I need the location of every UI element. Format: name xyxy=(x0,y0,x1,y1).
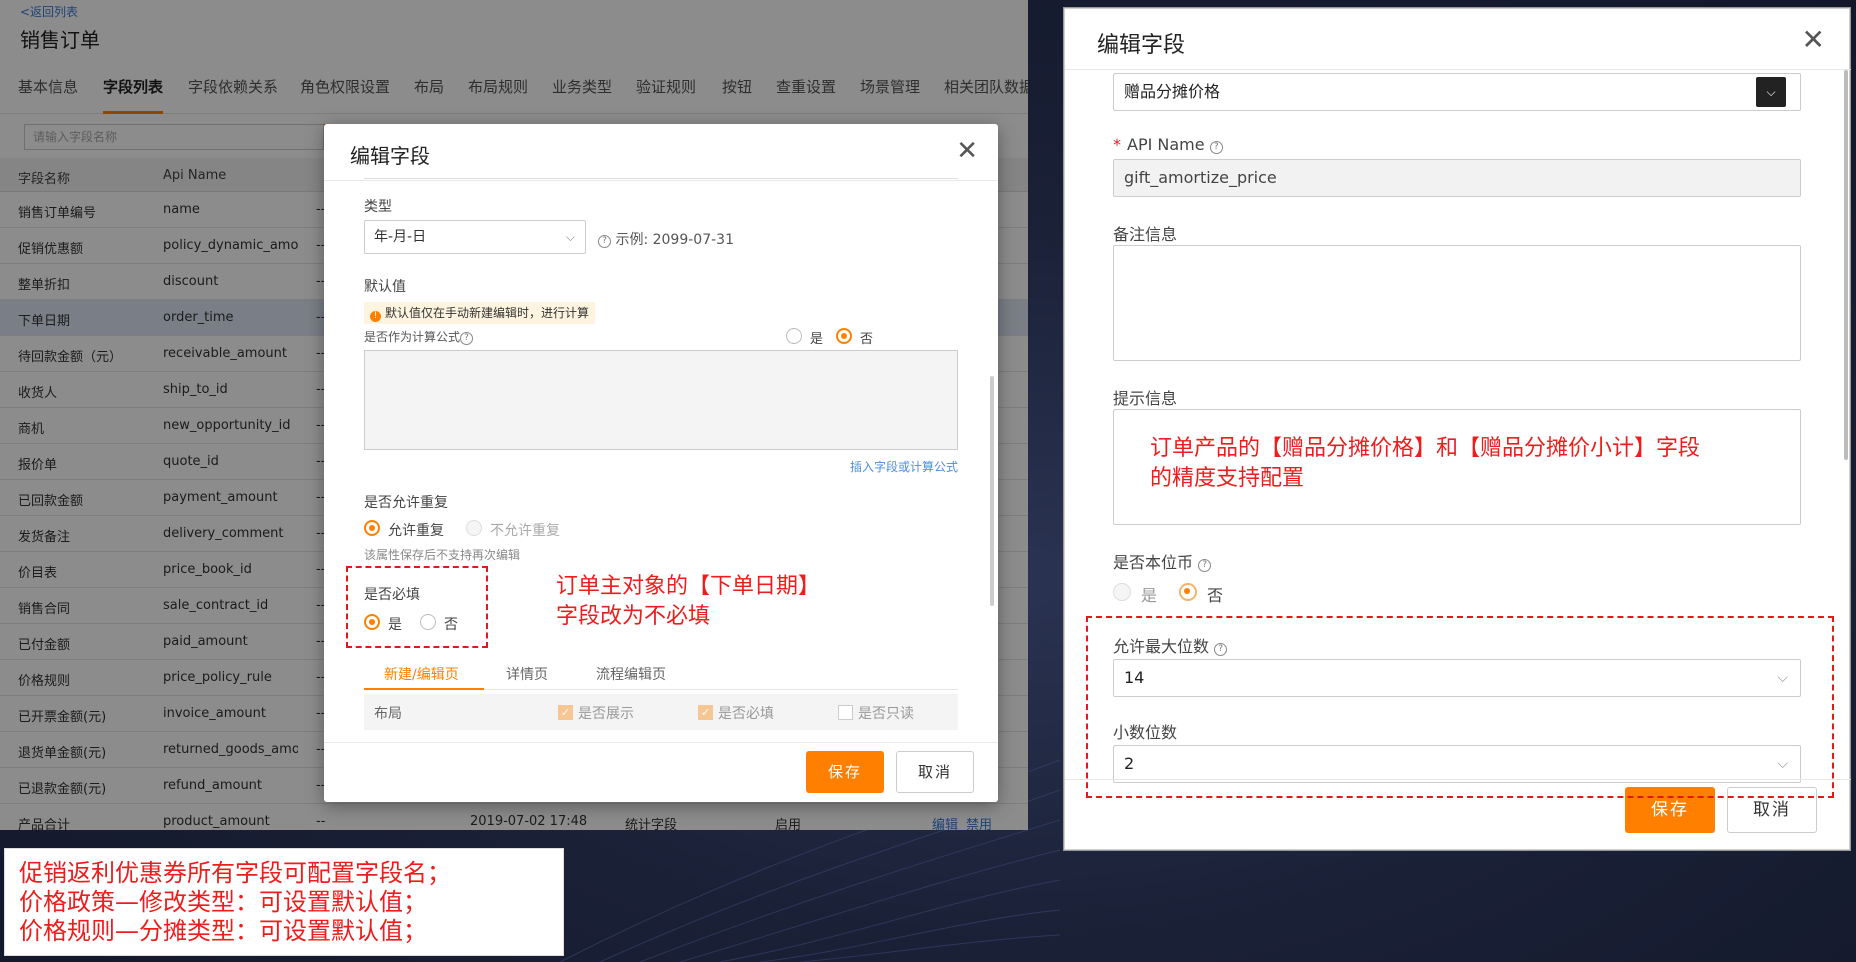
duplicate-hint: 该属性保存后不支持再次编辑 xyxy=(364,548,521,562)
tab-related-team-data[interactable]: 相关团队数据 xyxy=(944,70,1028,114)
help-icon: ? xyxy=(598,235,611,248)
local-currency-no-label: 否 xyxy=(1207,586,1224,605)
tab-layout[interactable]: 布局 xyxy=(414,70,444,114)
object-tabs: 基本信息 字段列表 字段依赖关系 角色权限设置 布局 布局规则 业务类型 验证规… xyxy=(0,70,1028,114)
remark-textarea[interactable] xyxy=(1113,245,1801,361)
required-checkbox[interactable]: ✓ xyxy=(698,705,713,720)
allow-duplicate-radio[interactable] xyxy=(364,520,380,536)
tab-dedupe-settings[interactable]: 查重设置 xyxy=(776,70,836,114)
field-name-value: 赠品分摊价格 xyxy=(1124,82,1221,101)
disallow-duplicate-option: 不允许重复 xyxy=(490,523,560,539)
dialog-scrollbar[interactable] xyxy=(990,376,994,606)
subtab-create-edit[interactable]: 新建/编辑页 xyxy=(384,664,459,684)
save-button[interactable]: 保存 xyxy=(806,751,884,793)
field-name-input[interactable]: 赠品分摊价格 ⌵ xyxy=(1113,73,1801,111)
tab-validation-rules[interactable]: 验证规则 xyxy=(636,70,696,114)
disallow-duplicate-radio[interactable] xyxy=(466,520,482,536)
disable-link[interactable]: 禁用 xyxy=(966,814,992,830)
left-annotation: 订单主对象的【下单日期】 字段改为不必填 xyxy=(556,574,821,629)
right-annotation: 订单产品的【赠品分摊价格】和【赠品分摊价小计】字段 的精度支持配置 xyxy=(1150,436,1701,491)
dialog-footer-divider xyxy=(324,742,998,743)
back-to-list-link[interactable]: <返回列表 xyxy=(20,3,78,20)
tab-scene-management[interactable]: 场景管理 xyxy=(860,70,920,114)
tab-buttons[interactable]: 按钮 xyxy=(722,70,752,114)
formula-yes-radio[interactable] xyxy=(786,328,802,344)
layout-settings-row: 布局 ✓ 是否展示 ✓ 是否必填 是否只读 xyxy=(364,694,958,730)
table-row[interactable]: 产品合计 product_amount -- 2019-07-02 17:48 统计字段… xyxy=(0,804,1028,830)
dialog-header-divider xyxy=(324,180,998,181)
local-currency-yes-radio[interactable] xyxy=(1113,583,1131,601)
close-icon[interactable]: ✕ xyxy=(1802,23,1825,56)
tab-field-list[interactable]: 字段列表 xyxy=(103,70,164,114)
tab-business-type[interactable]: 业务类型 xyxy=(552,70,612,114)
dialog-scrollbar[interactable] xyxy=(1844,70,1848,460)
chevron-down-icon: ⌵ xyxy=(565,230,575,244)
subtab-flow-edit[interactable]: 流程编辑页 xyxy=(596,664,666,684)
cancel-button[interactable]: 取消 xyxy=(896,751,974,793)
hint-label: 提示信息 xyxy=(1113,389,1178,408)
precision-highlight-box xyxy=(1086,616,1834,798)
date-example: ? 示例: 2099-07-31 xyxy=(598,229,734,249)
date-format-value: 年-月-日 xyxy=(374,229,427,245)
dialog-title: 编辑字段 xyxy=(1097,33,1186,58)
column-header-api: Api Name xyxy=(163,168,227,183)
type-label: 类型 xyxy=(364,199,392,215)
note-line: 促销返利优惠券所有字段可配置字段名； xyxy=(19,859,451,887)
allow-duplicate-label: 是否允许重复 xyxy=(364,495,448,511)
remark-label: 备注信息 xyxy=(1113,225,1178,244)
divider xyxy=(364,178,958,179)
tab-basic-info[interactable]: 基本信息 xyxy=(18,70,78,114)
column-header-name: 字段名称 xyxy=(18,172,71,187)
readonly-checkbox[interactable] xyxy=(838,705,853,720)
local-currency-no-radio[interactable] xyxy=(1179,583,1197,601)
allow-duplicate-option: 允许重复 xyxy=(388,523,444,539)
left-screenshot: <返回列表 销售订单 基本信息 字段列表 字段依赖关系 角色权限设置 布局 布局… xyxy=(0,0,1028,830)
chevron-down-icon[interactable]: ⌵ xyxy=(1756,77,1786,107)
show-checkbox[interactable]: ✓ xyxy=(558,705,573,720)
default-value-label: 默认值 xyxy=(364,279,406,295)
close-icon[interactable]: ✕ xyxy=(956,136,978,166)
note-line: 价格规则—分摊类型：可设置默认值； xyxy=(19,917,427,945)
hint-textarea[interactable]: 订单产品的【赠品分摊价格】和【赠品分摊价小计】字段 的精度支持配置 xyxy=(1113,409,1801,525)
default-value-tip: ! 默认值仅在手动新建编辑时，进行计算 xyxy=(364,302,596,324)
edit-link[interactable]: 编辑 xyxy=(932,814,958,830)
layout-label: 布局 xyxy=(374,706,402,722)
active-subtab-underline xyxy=(364,688,484,690)
page-title: 销售订单 xyxy=(20,28,100,52)
note-line: 价格政策—修改类型：可设置默认值； xyxy=(19,888,427,916)
warning-icon: ! xyxy=(370,311,381,322)
required-highlight-box xyxy=(346,566,488,648)
default-value-formula-input[interactable] xyxy=(364,350,958,450)
subtab-detail[interactable]: 详情页 xyxy=(506,664,548,684)
tab-layout-rules[interactable]: 布局规则 xyxy=(468,70,528,114)
show-checkbox-label: 是否展示 xyxy=(578,706,634,722)
dialog-header-divider xyxy=(1065,69,1851,70)
readonly-checkbox-label: 是否只读 xyxy=(858,706,914,722)
local-currency-label: 是否本位币 ? xyxy=(1113,549,1212,573)
tab-role-permission[interactable]: 角色权限设置 xyxy=(300,70,390,114)
help-icon: ? xyxy=(460,332,474,345)
help-icon: ? xyxy=(1209,141,1223,154)
tab-field-dependency[interactable]: 字段依赖关系 xyxy=(188,70,278,114)
field-search-input[interactable]: 请输入字段名称 xyxy=(24,124,324,150)
help-icon: ? xyxy=(1198,559,1212,572)
api-name-label: * API Name ? xyxy=(1113,135,1223,154)
required-checkbox-label: 是否必填 xyxy=(718,706,774,722)
edit-field-dialog-left: 编辑字段 ✕ 类型 年-月-日 ⌵ ? 示例: 2099-07-31 默认值 !… xyxy=(324,124,998,802)
dialog-title: 编辑字段 xyxy=(350,144,430,168)
insert-field-or-formula-link[interactable]: 插入字段或计算公式 xyxy=(850,458,958,475)
api-name-input: gift_amortize_price xyxy=(1113,159,1801,197)
formula-yes-label: 是 xyxy=(810,332,824,347)
formula-question: 是否作为计算公式? xyxy=(364,328,474,345)
formula-no-label: 否 xyxy=(860,332,874,347)
page-subtabs: 新建/编辑页 详情页 流程编辑页 xyxy=(364,656,958,690)
feature-note-box: 促销返利优惠券所有字段可配置字段名； 价格政策—修改类型：可设置默认值； 价格规… xyxy=(4,848,564,956)
date-format-select[interactable]: 年-月-日 ⌵ xyxy=(364,220,586,254)
local-currency-yes-label: 是 xyxy=(1141,586,1158,605)
formula-no-radio[interactable] xyxy=(836,328,852,344)
